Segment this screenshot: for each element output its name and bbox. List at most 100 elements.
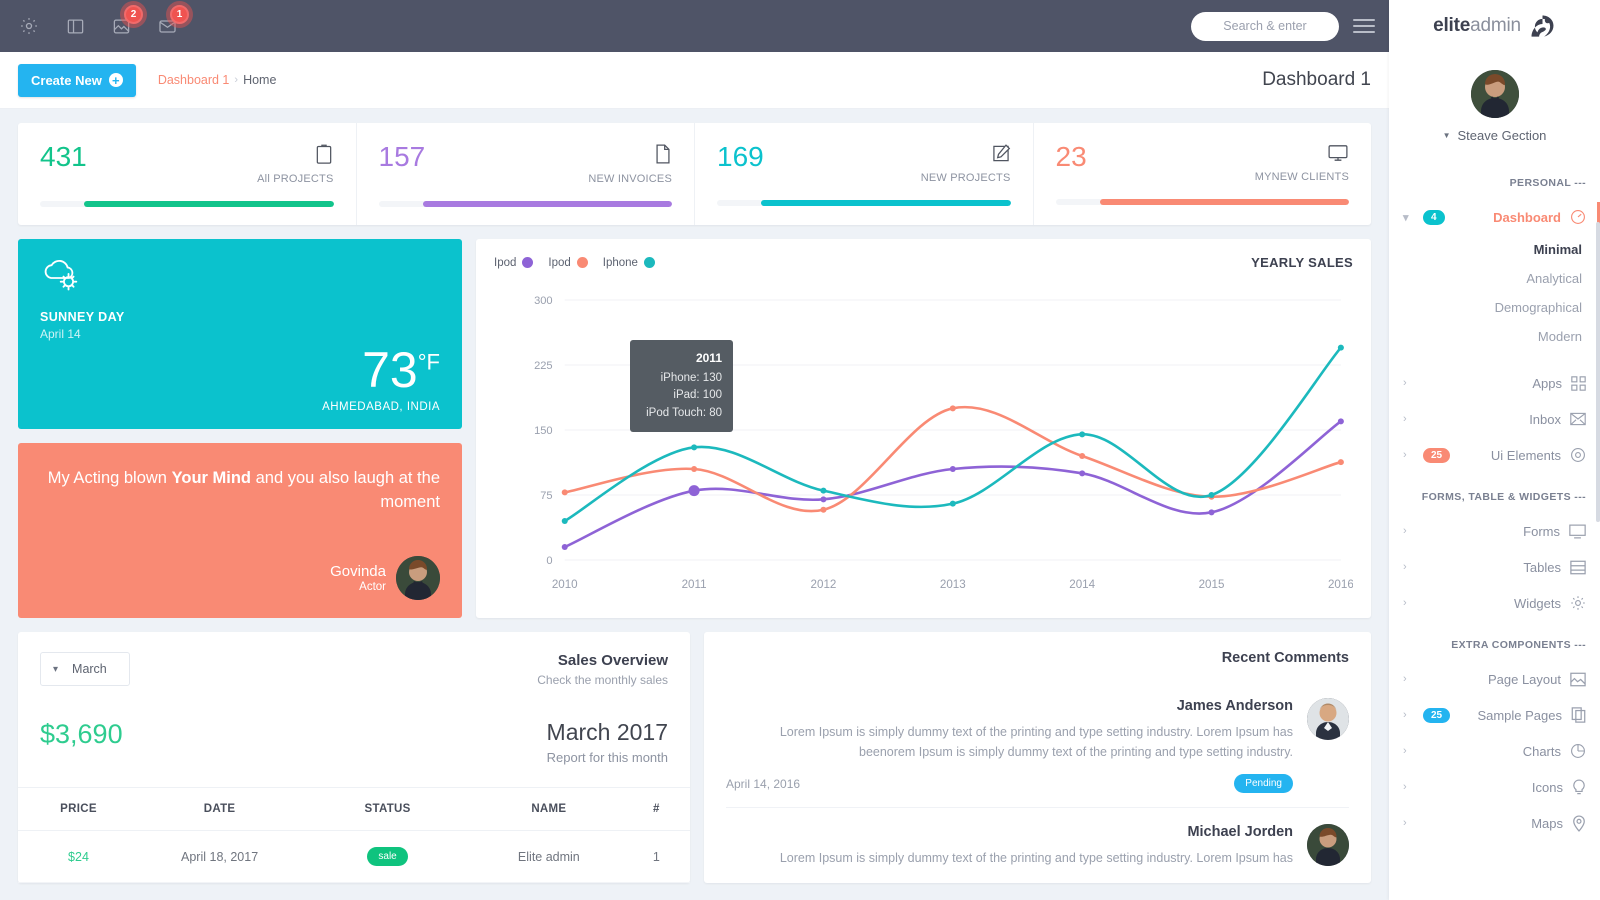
sidebar-item-inbox[interactable]: › Inbox: [1389, 401, 1600, 437]
svg-text:2016: 2016: [1328, 579, 1353, 591]
list-item[interactable]: Michael Jorden Lorem Ipsum is simply dum…: [726, 808, 1349, 882]
stat-card-mynew-clients[interactable]: 23 MYNEW CLIENTS: [1032, 123, 1372, 225]
sidebar-subitem-minimal[interactable]: Minimal: [1389, 235, 1600, 264]
nav-badge: 4: [1423, 209, 1445, 225]
monitor-icon: [1569, 524, 1586, 539]
topbar-icon-group: 2 1: [14, 5, 189, 41]
stat-label: All PROJECTS: [257, 173, 334, 185]
breadcrumb-separator-icon: ›: [234, 74, 239, 86]
chevron-right-icon: ›: [1403, 709, 1407, 721]
gear-icon[interactable]: [14, 11, 44, 41]
sidebar-item-apps[interactable]: › Apps: [1389, 365, 1600, 401]
sidebar-item-charts[interactable]: › Charts: [1389, 733, 1600, 769]
message-envelope-icon[interactable]: 1: [152, 5, 189, 41]
legend-item[interactable]: Ipod: [548, 257, 588, 269]
cell-name: Elite admin: [474, 830, 623, 883]
breadcrumb-link-dashboard[interactable]: Dashboard 1: [158, 73, 230, 87]
profile-name-row: ▼ Steave Gection: [1389, 128, 1600, 143]
elite-logo-icon: [1529, 13, 1556, 40]
image-notification-icon[interactable]: 2: [106, 5, 143, 41]
chevron-right-icon: ›: [1403, 561, 1407, 573]
chart-legend: Ipod Ipod Iphone: [494, 257, 655, 269]
envelope-icon: [1570, 412, 1586, 426]
search-box[interactable]: [1191, 11, 1339, 41]
sidebar-item-ui-elements[interactable]: › 25 Ui Elements: [1389, 437, 1600, 473]
stat-value: 431: [40, 141, 87, 172]
stats-row: 431 All PROJECTS 157 NEW INVOICES 169 NE…: [18, 123, 1371, 225]
legend-label: Iphone: [602, 256, 638, 269]
month-select[interactable]: ▾ March: [40, 652, 130, 686]
notification-badge: 2: [124, 5, 143, 24]
sidebar-item-label: Dashboard: [1493, 209, 1561, 225]
breadcrumb-current: Home: [243, 73, 277, 87]
stat-card-new-projects[interactable]: 169 NEW PROJECTS: [694, 123, 1033, 225]
month-select-value: March: [72, 662, 107, 676]
sidebar-item-dashboard[interactable]: ▾ 4 Dashboard: [1389, 199, 1600, 235]
table-row[interactable]: $24 April 18, 2017 sale Elite admin 1: [18, 830, 690, 883]
sidebar-toggle-icon[interactable]: [60, 11, 90, 41]
create-new-label: Create New: [31, 72, 102, 88]
sidebar-scrollbar[interactable]: [1596, 222, 1600, 522]
weather-date: April 14: [40, 327, 81, 341]
sidebar-item-label: Icons: [1531, 779, 1563, 795]
status-badge: Pending: [1234, 774, 1293, 793]
sun-cloud-icon: [40, 259, 440, 302]
create-new-button[interactable]: Create New +: [18, 63, 136, 97]
tooltip-row-ipad: iPad: 100: [673, 389, 722, 402]
actor-quote-card: My Acting blown Your Mind and you also l…: [18, 443, 462, 618]
search-input[interactable]: [1203, 19, 1327, 33]
avatar: [1307, 698, 1349, 740]
brand-light: admin: [1470, 15, 1521, 36]
chevron-right-icon: ›: [1403, 449, 1407, 461]
chevron-right-icon: ›: [1403, 781, 1407, 793]
stat-card-new-invoices[interactable]: 157 NEW INVOICES: [355, 123, 695, 225]
legend-item[interactable]: Ipod: [494, 257, 534, 269]
right-sidebar: eliteadmin ▼ Steave Gection PERSONAL ---…: [1389, 0, 1600, 900]
sidebar-item-maps[interactable]: › Maps: [1389, 805, 1600, 841]
stat-value: 157: [378, 141, 426, 172]
nav-badge: 25: [1423, 447, 1451, 463]
stat-value: 23: [1055, 141, 1087, 172]
svg-text:300: 300: [534, 295, 553, 307]
sidebar-item-forms[interactable]: › Forms: [1389, 513, 1600, 549]
list-item[interactable]: James Anderson Lorem Ipsum is simply dum…: [726, 682, 1349, 808]
tooltip-row-iphone: iPhone: 130: [660, 371, 722, 384]
weather-condition: SUNNEY DAY: [40, 310, 125, 324]
stat-label: MYNEW CLIENTS: [1254, 171, 1349, 183]
sidebar-item-tables[interactable]: › Tables: [1389, 549, 1600, 585]
sidebar-item-icons[interactable]: › Icons: [1389, 769, 1600, 805]
brand-logo-area[interactable]: eliteadmin: [1389, 0, 1600, 52]
sidebar-item-label: Sample Pages: [1477, 707, 1562, 723]
quote-bold: Your Mind: [171, 469, 252, 487]
sales-amount: $3,690: [40, 719, 123, 749]
nav-section-extra: EXTRA COMPONENTS ---: [1451, 639, 1586, 651]
comment-text: Lorem Ipsum is simply dummy text of the …: [779, 851, 1293, 865]
actor-name: Govinda: [330, 563, 386, 580]
sidebar-subitem-analytical[interactable]: Analytical: [1389, 264, 1600, 293]
stat-card-all-projects[interactable]: 431 All PROJECTS: [18, 123, 356, 225]
user-profile[interactable]: ▼ Steave Gection: [1389, 52, 1600, 153]
table-icon: [1570, 560, 1586, 575]
gear-icon: [1570, 595, 1586, 611]
chart-title: YEARLY SALES: [1251, 255, 1353, 270]
nav-section-personal: PERSONAL ---: [1509, 177, 1586, 189]
legend-dot-icon: [643, 257, 655, 268]
sidebar-item-page-layout[interactable]: › Page Layout: [1389, 661, 1600, 697]
sidebar-item-label: Ui Elements: [1490, 447, 1561, 463]
legend-item[interactable]: Iphone: [603, 257, 655, 269]
comment-date: April 14, 2016: [726, 776, 801, 791]
sidebar-item-sample-pages[interactable]: › 25 Sample Pages: [1389, 697, 1600, 733]
comment-author: Michael Jorden: [1187, 824, 1293, 840]
cell-status: sale: [300, 830, 475, 883]
sales-subtitle: Check the monthly sales: [537, 673, 668, 687]
profile-name: Steave Gection: [1457, 128, 1547, 143]
sidebar-subitem-modern[interactable]: Modern: [1389, 322, 1600, 351]
sales-overview-card: ▾ March Sales Overview Check the monthly…: [18, 632, 690, 883]
sidebar-item-label: Forms: [1523, 523, 1560, 539]
sidebar-item-widgets[interactable]: › Widgets: [1389, 585, 1600, 621]
sidebar-subitem-demographical[interactable]: Demographical: [1389, 293, 1600, 322]
gauge-icon: [1570, 209, 1586, 225]
hamburger-menu-icon[interactable]: [1353, 19, 1375, 33]
cell-price: $24: [18, 830, 139, 883]
svg-text:2014: 2014: [1069, 579, 1095, 591]
